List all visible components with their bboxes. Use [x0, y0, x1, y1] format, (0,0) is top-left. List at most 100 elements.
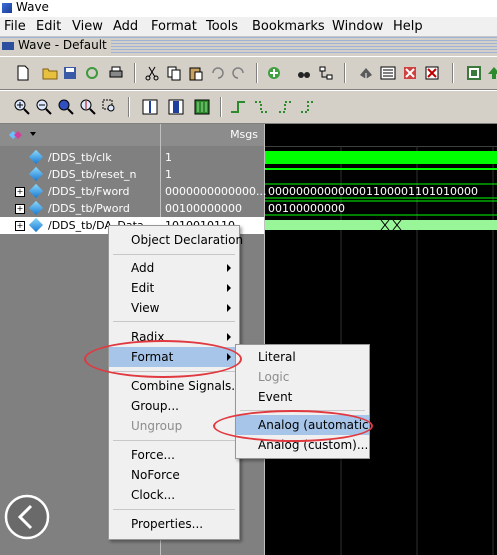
menu-file[interactable]: File — [4, 19, 26, 34]
compile-icon[interactable] — [358, 65, 374, 81]
signal-name: /DDS_tb/Pword — [48, 202, 130, 215]
submenu-arrow-icon — [227, 264, 231, 272]
menu-window[interactable]: Window — [332, 19, 383, 34]
menu-add[interactable]: Add — [113, 19, 138, 34]
zoom-full-icon[interactable] — [58, 99, 74, 115]
dock-icon[interactable] — [466, 65, 482, 81]
menu-item-literal[interactable]: Literal — [236, 347, 369, 367]
toolbar-separator — [452, 63, 454, 83]
back-arrow-icon[interactable] — [4, 494, 50, 540]
signal-tree-icon[interactable] — [8, 128, 26, 142]
submenu-arrow-icon — [227, 333, 231, 341]
expand-plus-icon[interactable]: + — [15, 187, 25, 197]
annotation-ellipse-format — [84, 340, 242, 378]
signal-value: 0000000000000... — [165, 185, 267, 198]
hierarchy-icon[interactable] — [318, 65, 334, 81]
zoom-out-icon[interactable] — [36, 99, 52, 115]
print-icon[interactable] — [108, 65, 124, 81]
fword-wave-value: 000000000000001100001101010000 — [268, 185, 478, 198]
menu-item-noforce[interactable]: NoForce — [109, 465, 239, 485]
signal-diamond-icon — [28, 183, 44, 199]
undo-icon[interactable] — [210, 65, 226, 81]
cut-icon[interactable] — [144, 65, 160, 81]
signal-row[interactable]: + /DDS_tb/Fword — [0, 183, 160, 200]
break-icon[interactable] — [424, 65, 440, 81]
menu-item-logic: Logic — [258, 370, 290, 384]
context-menu: Object Declaration Add Edit View Radix F… — [108, 225, 243, 540]
toolbar-main — [0, 56, 497, 90]
signal-value: 1 — [165, 151, 172, 164]
menu-help[interactable]: Help — [393, 19, 423, 34]
signal-diamond-icon — [28, 217, 44, 233]
menu-edit[interactable]: Edit — [36, 19, 61, 34]
toolbar-wave — [0, 90, 497, 124]
menu-bookmarks[interactable]: Bookmarks — [252, 19, 325, 34]
reload-icon[interactable] — [84, 65, 100, 81]
wave-window-icon — [2, 42, 14, 50]
da-data-waveform — [265, 220, 497, 230]
zoom-cursor-icon[interactable] — [80, 99, 96, 115]
open-folder-icon[interactable] — [42, 65, 58, 81]
toolbar-separator — [256, 63, 258, 83]
find-prev-transition-icon[interactable] — [278, 99, 294, 115]
menu-item-properties[interactable]: Properties... — [109, 514, 239, 534]
menu-item-combine-signals[interactable]: Combine Signals... — [109, 376, 243, 396]
menu-separator — [113, 440, 235, 441]
menu-item-view[interactable]: View — [109, 298, 239, 318]
lock-cursor-icon[interactable] — [194, 99, 210, 115]
signal-value: 00100000000 — [165, 202, 242, 215]
signal-name: /DDS_tb/reset_n — [48, 168, 137, 181]
wave-subwindow-titlebar: Wave - Default — [0, 37, 497, 54]
submenu-arrow-icon — [227, 284, 231, 292]
chevron-down-icon[interactable] — [30, 132, 36, 136]
find-prev-edge-icon[interactable] — [230, 99, 246, 115]
menu-item-object-declaration[interactable]: Object Declaration — [109, 230, 243, 250]
expand-plus-icon[interactable]: + — [15, 221, 25, 231]
find-next-transition-icon[interactable] — [300, 99, 316, 115]
arrow-up-icon[interactable] — [486, 65, 497, 81]
redo-icon[interactable] — [230, 65, 246, 81]
subwindow-title-wrap: Wave - Default — [0, 38, 111, 53]
add-circle-icon[interactable] — [266, 65, 282, 81]
signal-row[interactable]: + /DDS_tb/Pword — [0, 200, 160, 217]
save-icon[interactable] — [62, 65, 78, 81]
copy-icon[interactable] — [166, 65, 182, 81]
menu-item-group[interactable]: Group... — [109, 396, 239, 416]
menu-tools[interactable]: Tools — [206, 19, 238, 34]
zoom-in-icon[interactable] — [14, 99, 30, 115]
toolbar-separator — [128, 97, 130, 117]
signal-name-header — [0, 124, 160, 146]
menu-separator — [113, 509, 235, 510]
toolbar-separator — [220, 97, 222, 117]
signal-value: 1 — [165, 168, 172, 181]
title-bar: Wave — [0, 0, 497, 17]
window-title: Wave — [16, 0, 49, 14]
menu-item-event[interactable]: Event — [236, 387, 369, 407]
delete-cursor-icon[interactable] — [168, 99, 184, 115]
app-icon — [2, 3, 12, 13]
paste-icon[interactable] — [188, 65, 204, 81]
find-binoculars-icon[interactable] — [296, 65, 312, 81]
new-file-icon[interactable] — [15, 65, 31, 81]
menu-bar: File Edit View Add Format Tools Bookmark… — [0, 17, 497, 37]
menu-item-edit[interactable]: Edit — [109, 278, 239, 298]
signal-diamond-icon — [28, 200, 44, 216]
annotation-ellipse-analog — [213, 410, 373, 442]
find-next-edge-icon[interactable] — [254, 99, 270, 115]
menu-item-clock[interactable]: Clock... — [109, 485, 239, 505]
menu-item-force[interactable]: Force... — [109, 445, 239, 465]
menu-format[interactable]: Format — [151, 19, 197, 34]
menu-separator — [113, 254, 235, 255]
toolbar-separator — [344, 63, 346, 83]
zoom-area-icon[interactable] — [102, 99, 118, 115]
simulate-icon[interactable] — [402, 65, 418, 81]
expand-plus-icon[interactable]: + — [15, 204, 25, 214]
signal-row[interactable]: /DDS_tb/clk — [0, 149, 160, 166]
signal-row[interactable]: /DDS_tb/reset_n — [0, 166, 160, 183]
insert-cursor-icon[interactable] — [142, 99, 158, 115]
menu-view[interactable]: View — [72, 19, 103, 34]
menu-item-add[interactable]: Add — [109, 258, 239, 278]
signal-diamond-icon — [28, 166, 44, 182]
compile-all-icon[interactable] — [380, 65, 396, 81]
signal-diamond-icon — [28, 149, 44, 165]
